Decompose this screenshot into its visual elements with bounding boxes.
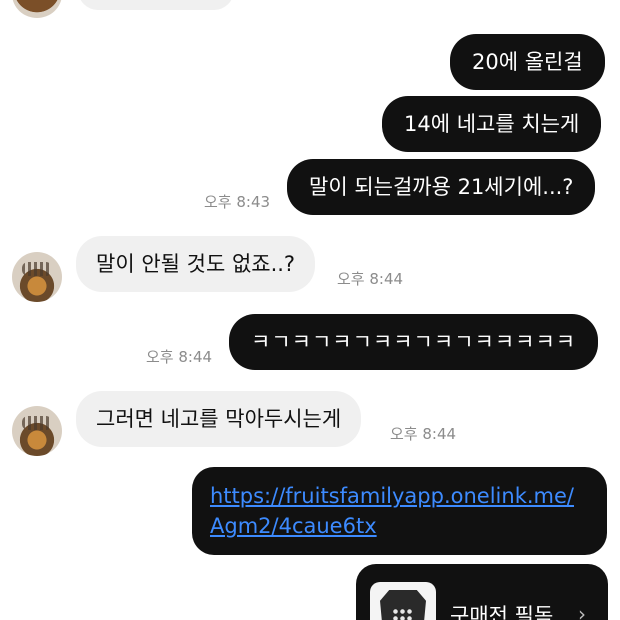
- message-timestamp: 오후 8:43: [204, 193, 271, 211]
- message-timestamp: 오후 8:44: [337, 270, 404, 288]
- avatar[interactable]: [12, 0, 62, 18]
- incoming-message-bubble: 그러면 네고를 막아두시는게: [76, 391, 362, 447]
- outgoing-message-bubble: 14에 네고를 치는게: [382, 96, 602, 152]
- message-text: 말이 안될 것도 없죠..?: [96, 252, 296, 276]
- outgoing-link-bubble: https://fruitsfamilyapp.onelink.me/ Agm2…: [192, 467, 607, 555]
- avatar[interactable]: [12, 406, 62, 456]
- message-text: 말이 되는걸까용 21세기에...?: [309, 175, 574, 199]
- link-url-line1[interactable]: https://fruitsfamilyapp.onelink.me/: [210, 481, 589, 511]
- outgoing-message-bubble: ㅋㄱㅋㄱㅋㄱㅋㅋㄱㅋㄱㅋㅋㅋㅋㅋ: [229, 314, 599, 370]
- product-card-title: 구매전 필독: [450, 604, 554, 620]
- chevron-right-icon: ›: [578, 602, 586, 620]
- incoming-message-bubble: [78, 0, 234, 10]
- outgoing-message-bubble: 20에 올린걸: [450, 34, 605, 90]
- message-text: 20에 올린걸: [472, 50, 583, 74]
- message-timestamp: 오후 8:44: [390, 425, 457, 443]
- message-timestamp: 오후 8:44: [146, 348, 213, 366]
- outgoing-message-bubble: 말이 되는걸까용 21세기에...?: [287, 159, 596, 215]
- message-text: 14에 네고를 치는게: [404, 112, 580, 136]
- product-card[interactable]: 구매전 필독 ›: [356, 564, 608, 620]
- link-url-line2[interactable]: Agm2/4caue6tx: [210, 511, 589, 541]
- message-text: 그러면 네고를 막아두시는게: [96, 407, 342, 431]
- avatar[interactable]: [12, 252, 62, 302]
- product-thumbnail: [370, 582, 436, 620]
- message-text: ㅋㄱㅋㄱㅋㄱㅋㅋㄱㅋㄱㅋㅋㅋㅋㅋ: [251, 330, 577, 354]
- incoming-message-bubble: 말이 안될 것도 없죠..?: [76, 236, 316, 292]
